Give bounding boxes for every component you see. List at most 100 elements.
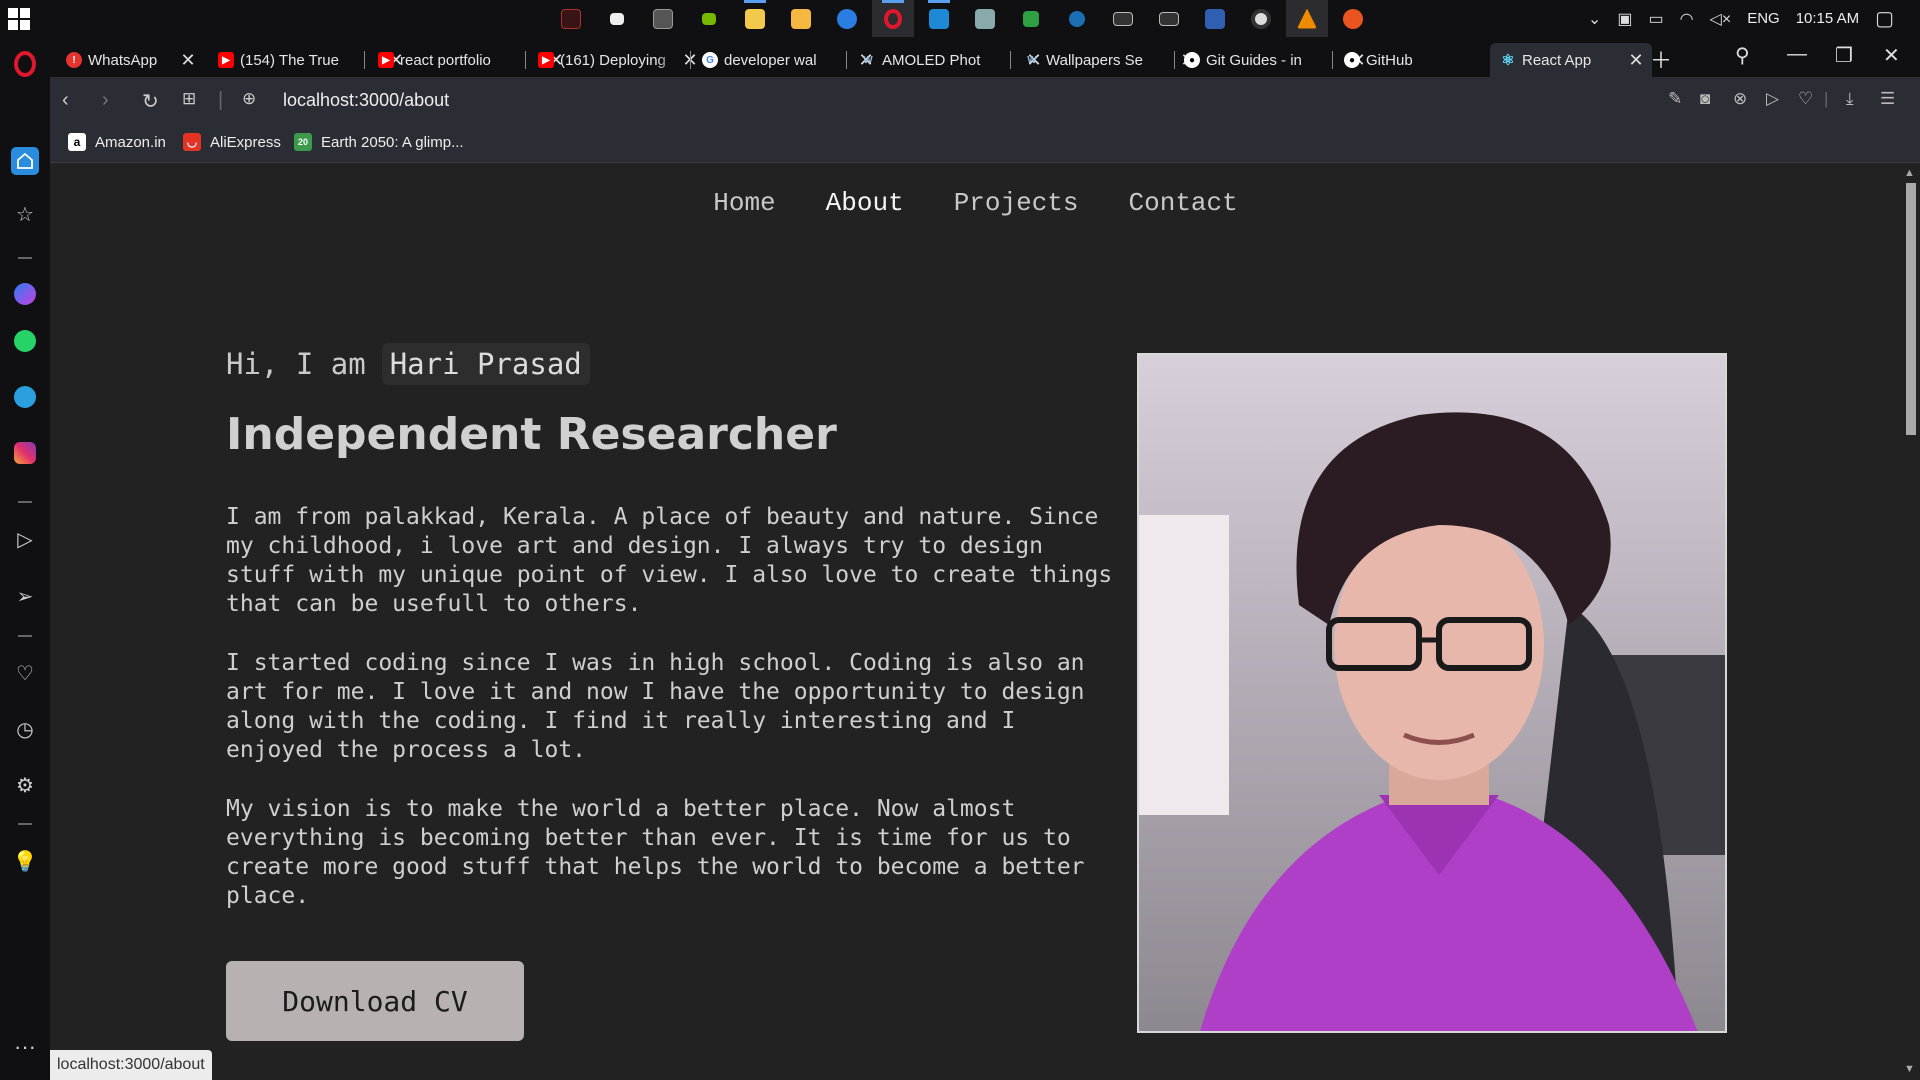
battery-icon[interactable]: ▭ bbox=[1648, 9, 1663, 29]
back-icon[interactable]: ‹ bbox=[62, 89, 69, 112]
taskbar-steam-icon[interactable] bbox=[1056, 0, 1098, 37]
restore-icon[interactable]: ❐ bbox=[1835, 43, 1853, 68]
easy-setup-icon[interactable]: ☰ bbox=[1880, 89, 1895, 109]
taskbar-armoury-icon[interactable] bbox=[550, 0, 592, 37]
chevron-up-icon[interactable]: ⌄ bbox=[1588, 9, 1601, 29]
clock[interactable]: 10:15 AM bbox=[1796, 10, 1859, 27]
player-icon[interactable]: ▷ bbox=[11, 525, 39, 553]
bookmarks-star-icon[interactable]: ☆ bbox=[11, 200, 39, 228]
page-scrollbar[interactable]: ▲ ▼ bbox=[1901, 163, 1920, 1080]
nav-about[interactable]: About bbox=[826, 188, 904, 218]
nav-contact[interactable]: Contact bbox=[1129, 188, 1238, 218]
bookmark-aliexpress[interactable]: ◡ AliExpress bbox=[183, 133, 281, 151]
flow-send-icon[interactable]: ➢ bbox=[11, 582, 39, 610]
tab-youtube-3[interactable]: ▶ (161) Deploying ✕ bbox=[528, 43, 706, 77]
messenger-icon[interactable] bbox=[11, 280, 39, 308]
device-icon[interactable]: ▣ bbox=[1617, 9, 1632, 29]
browser-sidebar: ☆ ▷ ➢ ♡ ◷ ⚙ 💡 ··· bbox=[0, 37, 50, 1080]
download-icon[interactable]: ⤓ bbox=[1846, 89, 1854, 109]
heart-icon[interactable]: ♡ bbox=[1798, 89, 1813, 109]
tab-title: (161) Deploying bbox=[560, 51, 666, 69]
history-clock-icon[interactable]: ◷ bbox=[11, 715, 39, 743]
tab-react-app[interactable]: ⚛ React App ✕ bbox=[1490, 43, 1652, 77]
wallhaven-icon: W bbox=[863, 54, 873, 66]
forward-icon[interactable]: › bbox=[102, 89, 109, 112]
site-nav: Home About Projects Contact bbox=[50, 188, 1901, 218]
taskbar-ubuntu-icon[interactable] bbox=[1332, 0, 1374, 37]
github-icon: ● bbox=[1184, 52, 1200, 68]
bookmark-earth2050[interactable]: 20 Earth 2050: A glimp... bbox=[294, 133, 464, 151]
intro-prefix: Hi, I am bbox=[226, 347, 366, 381]
address-bar: ‹ › ↻ ⊞ | ⊕ localhost:3000/about ✎ ◙ ⊗ ▷… bbox=[50, 77, 1920, 125]
tabs-grid-icon[interactable]: ⊞ bbox=[182, 89, 196, 109]
opera-logo-icon[interactable] bbox=[11, 50, 39, 78]
instagram-icon[interactable] bbox=[11, 439, 39, 467]
github-icon: ● bbox=[1344, 52, 1360, 68]
taskbar-nvidia-icon[interactable] bbox=[688, 0, 730, 37]
reload-icon[interactable]: ↻ bbox=[142, 89, 159, 114]
url-field[interactable]: localhost:3000/about bbox=[283, 90, 449, 111]
sidebar-separator bbox=[18, 823, 32, 825]
youtube-icon: ▶ bbox=[378, 52, 394, 68]
bookmarks-bar: a Amazon.in ◡ AliExpress 20 Earth 2050: … bbox=[50, 125, 1920, 163]
globe-icon: ⊕ bbox=[242, 89, 257, 108]
settings-gear-icon[interactable]: ⚙ bbox=[11, 771, 39, 799]
download-cv-button[interactable]: Download CV bbox=[226, 961, 524, 1041]
speed-dial-icon[interactable] bbox=[11, 147, 39, 175]
aliexpress-icon: ◡ bbox=[183, 133, 201, 151]
google-icon: G bbox=[702, 52, 718, 68]
whatsapp-icon[interactable] bbox=[11, 327, 39, 355]
telegram-icon[interactable] bbox=[11, 383, 39, 411]
send-to-flow-icon[interactable]: ▷ bbox=[1766, 89, 1779, 109]
search-tabs-icon[interactable]: ⚲ bbox=[1735, 43, 1750, 68]
wifi-icon[interactable]: ◠ bbox=[1680, 9, 1694, 29]
taskbar-vlc-icon[interactable] bbox=[1286, 0, 1328, 37]
taskbar-opera-icon[interactable] bbox=[872, 0, 914, 37]
language-indicator[interactable]: ENG bbox=[1747, 10, 1780, 27]
taskbar-folder-icon[interactable] bbox=[780, 0, 822, 37]
close-icon[interactable]: ✕ bbox=[178, 50, 198, 71]
bookmark-label: Earth 2050: A glimp... bbox=[321, 133, 464, 151]
new-tab-icon[interactable]: ＋ bbox=[1650, 43, 1672, 75]
sidebar-separator bbox=[18, 635, 32, 637]
tab-whatsapp[interactable]: ! WhatsApp ✕ bbox=[56, 43, 204, 77]
taskbar-photos-icon[interactable] bbox=[964, 0, 1006, 37]
tab-title: Wallpapers Se bbox=[1046, 51, 1143, 69]
page-viewport: Home About Projects Contact Hi, I am Har… bbox=[50, 163, 1901, 1080]
system-tray: ⌄ ▣ ▭ ◠ ◁× ENG 10:15 AM ▢ bbox=[1588, 0, 1920, 37]
taskbar-explorer-icon[interactable] bbox=[734, 0, 776, 37]
taskbar-window-icon[interactable] bbox=[1148, 0, 1190, 37]
close-window-icon[interactable]: ✕ bbox=[1883, 43, 1900, 68]
adblock-icon[interactable]: ⊗ bbox=[1733, 89, 1747, 109]
tab-divider bbox=[1010, 51, 1011, 69]
heart-icon[interactable]: ♡ bbox=[11, 659, 39, 687]
volume-muted-icon[interactable]: ◁× bbox=[1710, 9, 1732, 29]
edit-icon[interactable]: ✎ bbox=[1668, 89, 1682, 109]
scroll-up-icon[interactable]: ▲ bbox=[1904, 167, 1915, 179]
taskbar-terminal-icon[interactable] bbox=[642, 0, 684, 37]
lightbulb-icon[interactable]: 💡 bbox=[11, 847, 39, 875]
more-options-icon[interactable]: ··· bbox=[11, 1033, 39, 1061]
close-icon[interactable]: ✕ bbox=[1626, 50, 1646, 71]
wallhaven-icon: W bbox=[1027, 54, 1037, 66]
taskbar-window-icon[interactable] bbox=[1102, 0, 1144, 37]
nav-home[interactable]: Home bbox=[713, 188, 775, 218]
camera-snapshot-icon[interactable]: ◙ bbox=[1700, 89, 1710, 109]
taskbar-vscode-icon[interactable] bbox=[918, 0, 960, 37]
bookmark-amazon[interactable]: a Amazon.in bbox=[68, 133, 166, 151]
divider: | bbox=[1824, 89, 1829, 108]
taskbar-android-icon[interactable] bbox=[1010, 0, 1052, 37]
name-highlight: Hari Prasad bbox=[381, 343, 590, 385]
windows-start-icon[interactable] bbox=[8, 8, 30, 30]
amazon-icon: a bbox=[68, 133, 86, 151]
scrollbar-thumb[interactable] bbox=[1906, 183, 1916, 435]
notification-icon[interactable]: ▢ bbox=[1875, 6, 1894, 31]
scroll-down-icon[interactable]: ▼ bbox=[1904, 1063, 1915, 1075]
taskbar-powershell-icon[interactable] bbox=[1194, 0, 1236, 37]
taskbar-obs-icon[interactable] bbox=[1240, 0, 1282, 37]
minimize-icon[interactable]: — bbox=[1787, 43, 1807, 66]
nav-projects[interactable]: Projects bbox=[954, 188, 1079, 218]
taskbar-app-icon[interactable] bbox=[596, 0, 638, 37]
bookmark-label: AliExpress bbox=[210, 133, 281, 151]
taskbar-firefox-icon[interactable] bbox=[826, 0, 868, 37]
